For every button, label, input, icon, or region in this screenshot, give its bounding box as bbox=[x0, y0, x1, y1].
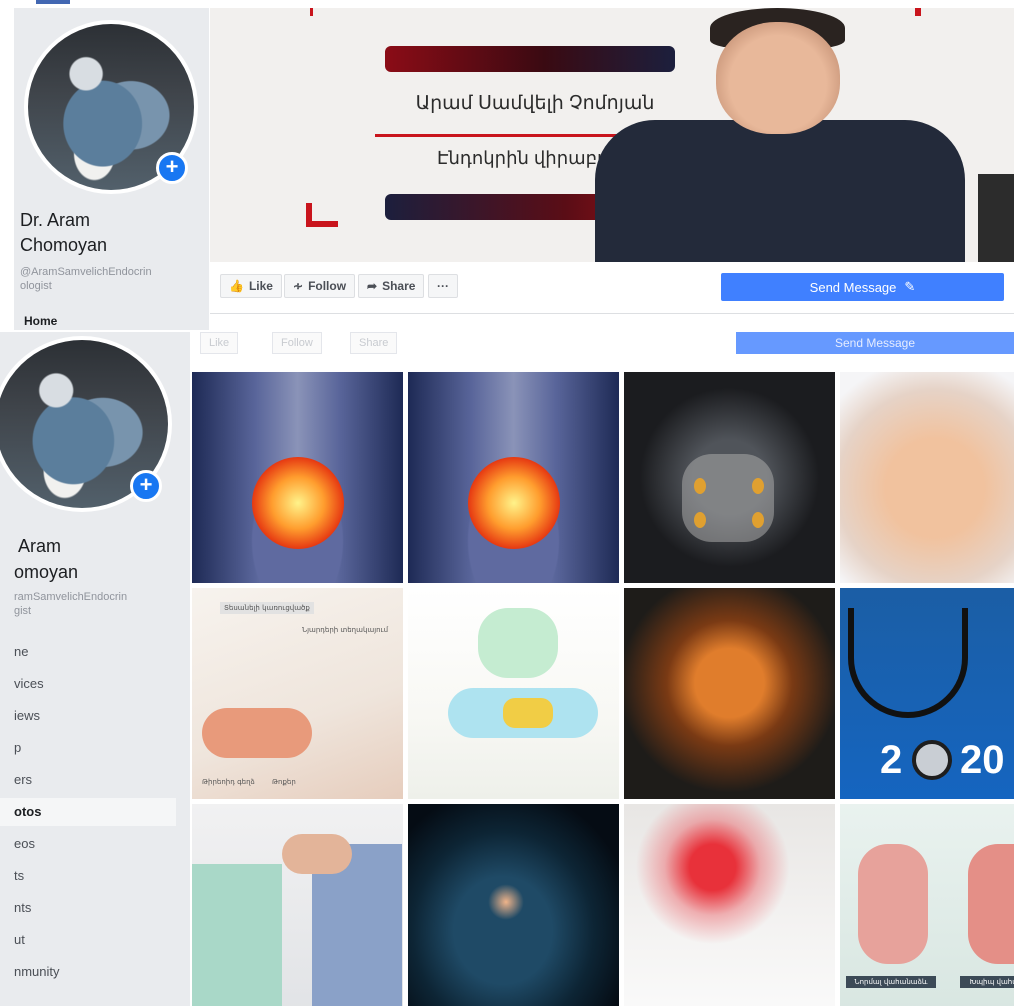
plus-icon[interactable]: + bbox=[130, 470, 162, 502]
nav-home-stub[interactable]: Home bbox=[24, 314, 57, 328]
photo-surgery-illustration[interactable] bbox=[408, 588, 619, 799]
page-name-line2: Chomoyan bbox=[20, 235, 108, 255]
stethoscope-tube-icon bbox=[848, 608, 968, 718]
year-digit: 2 bbox=[880, 738, 903, 782]
follow-label: Follow bbox=[281, 337, 313, 349]
exam-hands bbox=[282, 834, 352, 874]
parathyroid-dot bbox=[752, 512, 764, 528]
goiter-caption: Նորմալ վահանաձև bbox=[846, 976, 936, 988]
pencil-icon: ✎ bbox=[904, 279, 916, 294]
nav-posts[interactable]: ts bbox=[0, 862, 176, 890]
like-button[interactable]: Like bbox=[200, 332, 239, 354]
sketch-label: Թոքեր bbox=[272, 778, 296, 786]
neck-gland bbox=[488, 884, 524, 920]
page-sidebar: + Dr. Aram Chomoyan @AramSamvelichEndocr… bbox=[14, 8, 209, 330]
page-name-line1: Aram bbox=[18, 536, 62, 556]
photo-thyroid-orange[interactable] bbox=[624, 588, 835, 799]
plus-icon[interactable]: + bbox=[156, 152, 188, 184]
doctor-portrait-face bbox=[716, 22, 840, 134]
nav-home[interactable]: ne bbox=[0, 638, 176, 666]
follow-button[interactable]: ∻ Follow bbox=[284, 274, 356, 298]
cover-chair bbox=[978, 174, 1014, 262]
rss-icon: ∻ bbox=[293, 279, 304, 293]
photo-parathyroid-xray[interactable] bbox=[624, 372, 835, 583]
sketch-label: Տեսանելի կառուցվածք bbox=[220, 602, 314, 614]
page-handle-line1[interactable]: @AramSamvelichEndocrin bbox=[20, 265, 152, 279]
nav-reviews[interactable]: iews bbox=[0, 702, 176, 730]
sketch-neck bbox=[202, 708, 312, 758]
thyroid-glow bbox=[468, 457, 560, 549]
nav-about[interactable]: ut bbox=[0, 926, 176, 954]
like-label: Like bbox=[248, 279, 273, 293]
like-button[interactable]: 👍 Like bbox=[220, 274, 282, 298]
photo-neck-skin-closeup[interactable] bbox=[840, 372, 1014, 583]
photo-thyroid-glow-2[interactable] bbox=[408, 372, 619, 583]
send-message-label: Send Message bbox=[834, 336, 916, 350]
sketch-label: Նյարդերի տեղակայում bbox=[302, 626, 389, 634]
photo-neck-exam[interactable] bbox=[192, 804, 403, 1006]
share-arrow-icon: ➦ bbox=[367, 279, 378, 293]
xray-gland bbox=[682, 454, 774, 542]
nav-services[interactable]: vices bbox=[0, 670, 176, 698]
nav-offers[interactable]: ers bbox=[0, 766, 176, 794]
nav-events[interactable]: nts bbox=[0, 894, 176, 922]
send-message-button[interactable]: Send Message bbox=[736, 332, 1014, 354]
goiter-enlarged bbox=[968, 844, 1014, 964]
photo-neck-pain[interactable] bbox=[624, 804, 835, 1006]
thyroid-glow bbox=[252, 457, 344, 549]
follow-label: Follow bbox=[308, 279, 347, 293]
page-name-line2: omoyan bbox=[14, 562, 79, 582]
surgery-gloves bbox=[478, 608, 558, 678]
send-message-button[interactable]: Send Message ✎ bbox=[721, 273, 1004, 301]
page-handle-line1[interactable]: ramSamvelichEndocrin bbox=[14, 590, 127, 604]
photo-goiter-comparison[interactable]: Նորմալ վահանաձև Խպիպ վահանաձև bbox=[840, 804, 1014, 1006]
facebook-page-header-screenshot: + Dr. Aram Chomoyan @AramSamvelichEndocr… bbox=[0, 0, 1014, 330]
doctor-portrait-body bbox=[595, 120, 965, 262]
share-button[interactable]: Share bbox=[350, 332, 398, 354]
photo-thyroid-glow-1[interactable] bbox=[192, 372, 403, 583]
page-nav: ne vices iews p ers otos eos ts nts ut n… bbox=[0, 638, 176, 986]
action-bar-partial: Like Follow Share Send Message bbox=[190, 332, 1014, 368]
send-message-label: Send Message bbox=[809, 279, 897, 295]
nav-videos[interactable]: eos bbox=[0, 830, 176, 858]
page-action-bar: 👍 Like ∻ Follow ➦ Share ··· Send Message… bbox=[210, 262, 1014, 314]
like-label: Like bbox=[209, 337, 230, 349]
brush-stroke-top bbox=[385, 46, 675, 72]
share-label: Share bbox=[359, 337, 389, 349]
nav-shop[interactable]: p bbox=[0, 734, 176, 762]
share-button[interactable]: ➦ Share bbox=[358, 274, 425, 298]
photo-grid: Տեսանելի կառուցվածք Նյարդերի տեղակայում … bbox=[192, 372, 1014, 1006]
cover-title: Արամ Սամվելի Չոմոյան bbox=[415, 93, 655, 114]
corner-bracket-left bbox=[306, 203, 338, 227]
parathyroid-dot bbox=[694, 512, 706, 528]
sketch-label: Թիրեոիդ գեղձ bbox=[202, 778, 255, 786]
exam-doctor-coat bbox=[192, 864, 282, 1006]
photo-neck-xray-dark[interactable] bbox=[408, 804, 619, 1006]
page-name-line1: Dr. Aram bbox=[20, 210, 91, 230]
photo-stethoscope-2020[interactable]: 2 20 bbox=[840, 588, 1014, 799]
page-sidebar-bottom: + Aram omoyan ramSamvelichEndocrin gist … bbox=[0, 332, 190, 1006]
facebook-photos-screenshot: + Aram omoyan ramSamvelichEndocrin gist … bbox=[0, 332, 1014, 1006]
nav-community[interactable]: nmunity bbox=[0, 958, 176, 986]
more-button[interactable]: ··· bbox=[428, 274, 458, 298]
photo-surgical-sketch[interactable]: Տեսանելի կառուցվածք Նյարդերի տեղակայում … bbox=[192, 588, 403, 799]
page-handle-line2[interactable]: ologist bbox=[20, 279, 52, 293]
cover-photo[interactable]: Արամ Սամվելի Չոմոյան Էնդոկրին վիրաբույժ bbox=[210, 8, 1014, 262]
cover-tick-right bbox=[915, 8, 921, 16]
cover-tick-left bbox=[310, 8, 313, 16]
thumbs-up-icon: 👍 bbox=[229, 279, 244, 293]
follow-button[interactable]: Follow bbox=[272, 332, 322, 354]
nav-photos[interactable]: otos bbox=[0, 798, 176, 826]
goiter-normal bbox=[858, 844, 928, 964]
year-digits: 20 bbox=[960, 738, 1005, 782]
parathyroid-dot bbox=[694, 478, 706, 494]
top-accent-bar bbox=[36, 0, 70, 4]
goiter-caption: Խպիպ վահանաձև bbox=[960, 976, 1014, 988]
page-handle-line2[interactable]: gist bbox=[14, 604, 31, 618]
stethoscope-chestpiece-icon bbox=[912, 740, 952, 780]
surgery-gland bbox=[503, 698, 553, 728]
parathyroid-dot bbox=[752, 478, 764, 494]
share-label: Share bbox=[382, 279, 416, 293]
